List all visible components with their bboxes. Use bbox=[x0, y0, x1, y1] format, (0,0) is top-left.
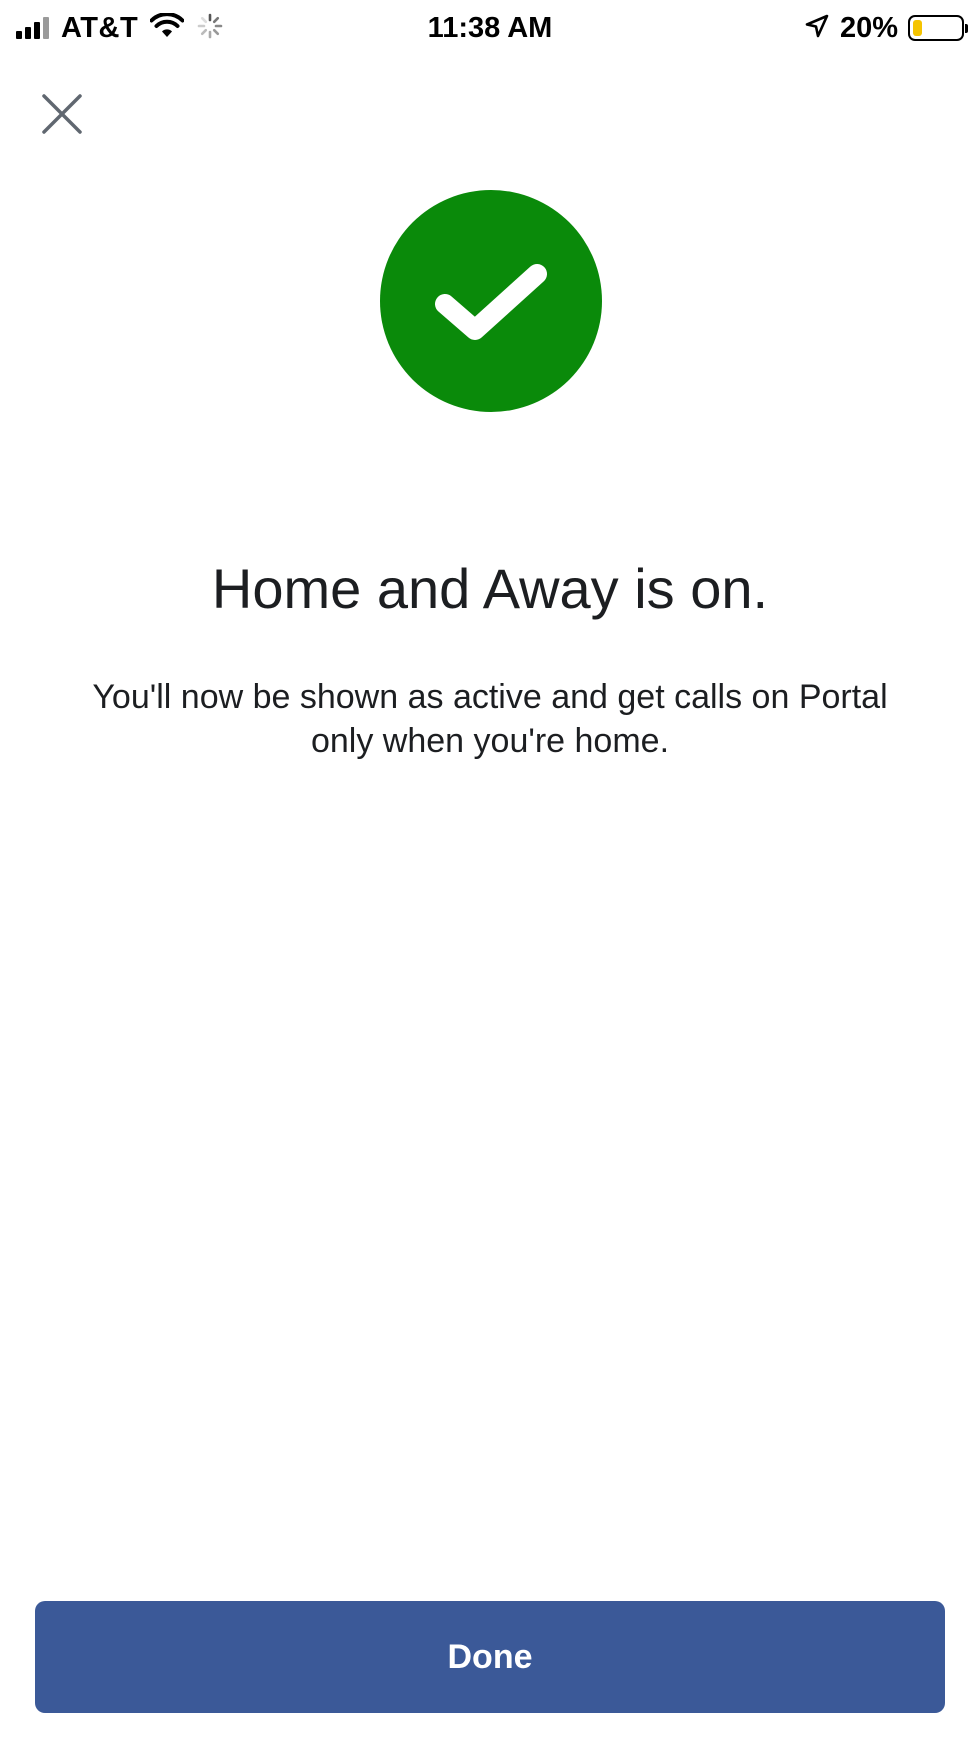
checkmark-icon bbox=[435, 264, 547, 340]
battery-percent: 20% bbox=[839, 11, 898, 44]
close-button[interactable] bbox=[40, 92, 84, 136]
success-message: You'll now be shown as active and get ca… bbox=[92, 678, 888, 760]
battery-fill bbox=[913, 20, 922, 36]
status-bar: AT&T 11:38 AM 20% bbox=[0, 0, 980, 56]
battery-icon bbox=[908, 15, 968, 41]
done-button[interactable]: Done bbox=[35, 1601, 945, 1713]
success-screen: AT&T 11:38 AM 20% Home and Away is on. Y… bbox=[0, 0, 980, 1746]
page-title: Home and Away is on. bbox=[211, 557, 769, 620]
status-right: 20% bbox=[804, 10, 968, 46]
close-icon bbox=[42, 94, 82, 134]
location-arrow-icon bbox=[804, 13, 830, 44]
success-check-circle bbox=[380, 190, 602, 412]
